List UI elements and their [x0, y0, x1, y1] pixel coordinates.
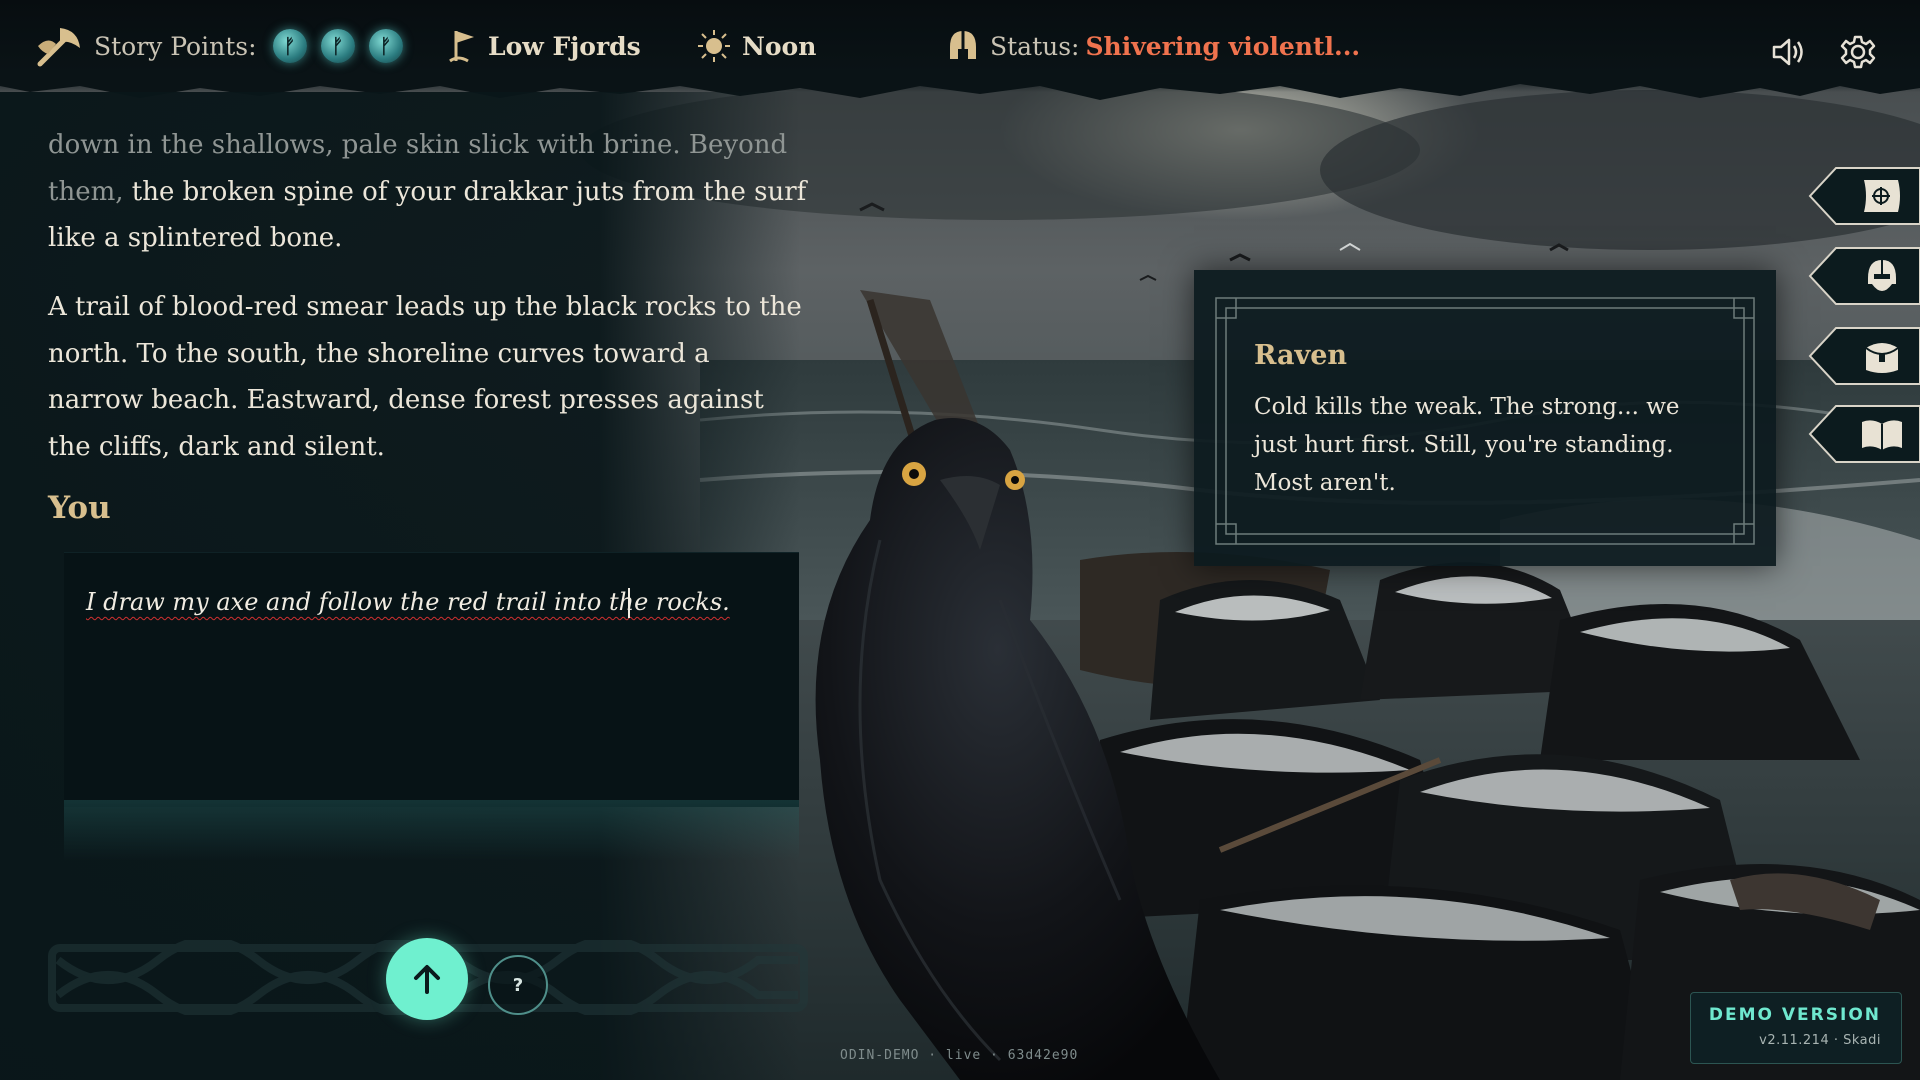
- book-icon: [1862, 420, 1902, 450]
- satchel-icon: [1865, 343, 1899, 373]
- build-info: ODIN-DEMO · live · 63d42e90: [840, 1048, 1079, 1063]
- speaker-icon: [1772, 38, 1803, 66]
- gear-icon: [1840, 35, 1876, 69]
- side-tab-journal[interactable]: [1806, 402, 1920, 466]
- location: Low Fjords: [448, 26, 641, 66]
- send-action-button[interactable]: [386, 938, 468, 1020]
- viking-helmet-icon: [1868, 260, 1896, 291]
- status-value: Shivering violentl...: [1085, 31, 1361, 61]
- demo-title: DEMO VERSION: [1708, 1005, 1881, 1025]
- rune-token-icon: ᚠ: [368, 29, 403, 63]
- narrative-paragraph: A trail of blood-red smear leads up the …: [48, 292, 802, 462]
- player-heading: You: [48, 490, 111, 526]
- input-glow: [64, 800, 799, 860]
- dialogue-card: Raven Cold kills the weak. The strong...…: [1194, 270, 1776, 566]
- status-label: Status:: [990, 31, 1080, 61]
- story-point-tokens: ᚠᚠᚠ: [272, 29, 409, 63]
- map-icon: [1864, 180, 1900, 212]
- side-tab-inventory[interactable]: [1806, 324, 1920, 388]
- time-of-day-label: Noon: [742, 31, 817, 61]
- action-input-text[interactable]: I draw my axe and follow the red trail i…: [86, 588, 730, 616]
- sound-button[interactable]: [1766, 30, 1810, 74]
- arrow-up-icon: [414, 965, 440, 994]
- speaker-name: Raven: [1254, 340, 1348, 371]
- flag-icon: [448, 27, 478, 65]
- settings-button[interactable]: [1836, 30, 1880, 74]
- story-points-label: Story Points:: [94, 31, 257, 61]
- rune-token-icon: ᚠ: [272, 29, 307, 63]
- status: Status: Shivering violentl...: [946, 26, 1360, 66]
- help-button[interactable]: ?: [488, 955, 548, 1015]
- rune-token-icon: ᚠ: [320, 29, 355, 63]
- time-of-day: Noon: [696, 26, 816, 66]
- demo-version-badge: DEMO VERSION v2.11.214 · Skadi: [1690, 992, 1902, 1064]
- narrative-paragraph: down in the shallows, pale skin slick wi…: [48, 122, 808, 262]
- side-tab-character[interactable]: [1806, 244, 1920, 308]
- side-tab-map[interactable]: [1806, 164, 1920, 228]
- axe-horn-icon: [34, 24, 84, 68]
- story-points: Story Points: ᚠᚠᚠ: [34, 24, 409, 68]
- text-caret: [628, 588, 630, 618]
- demo-version-number: v2.11.214 · Skadi: [1759, 1033, 1881, 1048]
- helmet-icon: [946, 27, 980, 65]
- sun-icon: [696, 28, 732, 64]
- speaker-text: Cold kills the weak. The strong... we ju…: [1254, 394, 1680, 496]
- location-name: Low Fjords: [488, 31, 641, 61]
- narrative-text: the broken spine of your drakkar juts fr…: [48, 176, 807, 254]
